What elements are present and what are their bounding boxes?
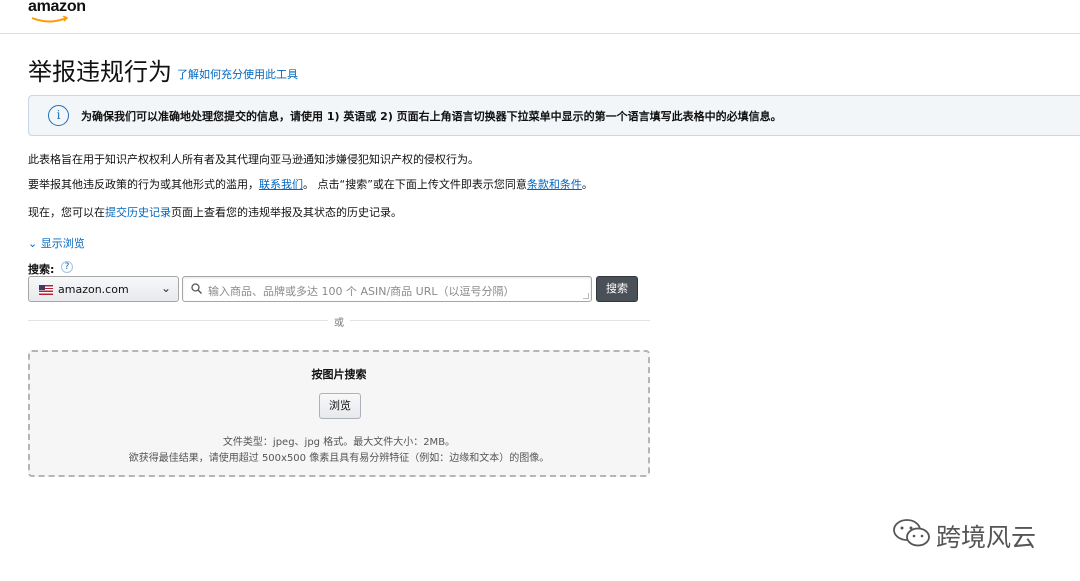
search-input[interactable]: 输入商品、品牌或多达 100 个 ASIN/商品 URL（以逗号分隔） [182,276,592,302]
help-icon[interactable]: ? [61,261,73,273]
image-search-title: 按图片搜索 [311,368,367,381]
chevron-down-icon: ⌄ [28,237,38,250]
marketplace-select[interactable]: amazon.com ⌄ [28,276,179,302]
contact-us-link[interactable]: 联系我们 [259,178,303,191]
watermark: 跨境风云 [892,514,1062,554]
amazon-smile-icon [31,16,69,23]
intro-line-1: 此表格旨在用于知识产权权利人所有者及其代理向亚马逊通知涉嫌侵犯知识产权的侵权行为… [28,153,479,166]
watermark-text: 跨境风云 [936,523,1037,552]
intro-line-3: 现在，您可以在提交历史记录页面上查看您的违规举报及其状态的历史记录。 [28,204,402,220]
search-button[interactable]: 搜索 [596,276,638,302]
best-results-note: 欲获得最佳结果，请使用超过 500x500 像素且具有易分辨特征（例如：边缘和文… [128,453,550,464]
browse-button[interactable]: 浏览 [319,393,361,419]
image-drop-zone[interactable]: 按图片搜索 浏览 文件类型：jpeg、jpg 格式。最大文件大小：2MB。 欲获… [28,350,650,477]
show-browse-label: 显示浏览 [40,237,85,250]
intro-line-3-end: 页面上查看您的违规举报及其状态的历史记录。 [171,206,402,219]
learn-more-link[interactable]: 了解如何充分使用此工具 [177,66,298,82]
chevron-down-icon: ⌄ [160,281,171,295]
intro-line-3-text: 现在，您可以在 [28,206,105,219]
intro-line-2-mid: 。 点击“搜索”或在下面上传文件即表示您同意 [303,178,527,191]
search-placeholder: 输入商品、品牌或多达 100 个 ASIN/商品 URL（以逗号分隔） [208,285,515,298]
or-label: 或 [328,314,350,329]
search-icon [191,283,202,294]
us-flag-icon [39,285,53,295]
page-title: 举报违规行为 [28,58,172,86]
resize-handle[interactable] [583,293,589,299]
search-label: 搜索: [28,263,55,276]
info-alert: i 为确保我们可以准确地处理您提交的信息，请使用 1) 英语或 2) 页面右上角… [28,95,1080,136]
terms-link[interactable]: 条款和条件 [527,178,582,191]
show-browse-toggle[interactable]: ⌄ 显示浏览 [28,235,85,251]
amazon-logo[interactable]: amazon [28,0,86,16]
marketplace-value: amazon.com [58,283,129,296]
file-type-note: 文件类型：jpeg、jpg 格式。最大文件大小：2MB。 [222,437,456,448]
submission-history-link[interactable]: 提交历史记录 [105,206,171,219]
intro-line-2-end: 。 [581,178,593,191]
info-alert-text: 为确保我们可以准确地处理您提交的信息，请使用 1) 英语或 2) 页面右上角语言… [81,110,782,123]
top-bar: amazon [0,0,1080,34]
info-icon: i [48,105,69,126]
wechat-icon [893,519,930,547]
intro-line-2-text: 要举报其他违反政策的行为或其他形式的滥用， [28,178,259,191]
intro-line-2: 要举报其他违反政策的行为或其他形式的滥用，联系我们。 点击“搜索”或在下面上传文… [28,176,593,192]
